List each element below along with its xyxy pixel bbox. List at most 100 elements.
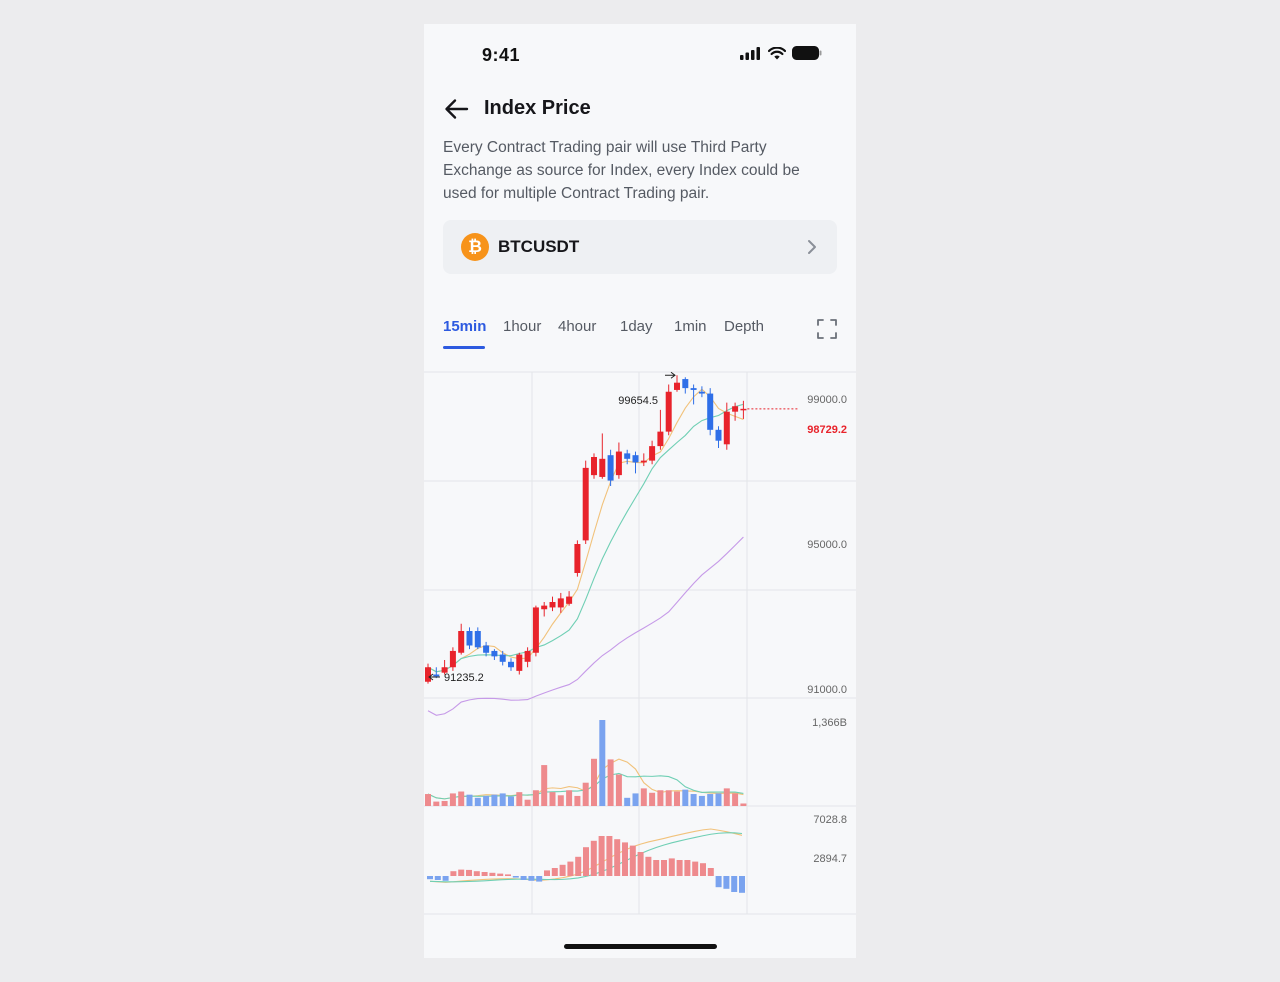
wifi-icon	[768, 46, 786, 59]
macd-bar	[637, 852, 644, 876]
high-marker-arrow	[665, 371, 676, 379]
candle-body	[433, 674, 440, 677]
back-arrow-icon[interactable]	[443, 96, 471, 122]
macd-bar	[622, 842, 628, 876]
candle-body	[674, 382, 680, 390]
volume-bar	[740, 803, 747, 806]
chevron-right-icon	[808, 240, 816, 254]
macd-bar	[692, 861, 699, 876]
macd-bar	[661, 860, 667, 876]
candle-body	[508, 661, 514, 668]
candle-body	[566, 596, 573, 604]
macd-bar	[614, 839, 621, 876]
tab-15min[interactable]: 15min	[443, 318, 486, 335]
macd-bar	[489, 872, 496, 876]
price-tick-label: 91000.0	[807, 684, 847, 696]
candle-body	[516, 654, 523, 671]
macd-bar	[676, 860, 683, 876]
nav-bar: Index Price	[424, 90, 856, 130]
interval-tabs: 15min 1hour 4hour 1day 1min Depth	[424, 308, 856, 349]
macd-bar	[528, 876, 535, 881]
chart-area[interactable]: 99000.0 95000.0 91000.0 98729.2 99654.5 …	[424, 348, 856, 931]
tab-depth[interactable]: Depth	[724, 318, 764, 335]
macd-bar	[739, 876, 745, 893]
candle-body	[574, 544, 581, 573]
status-time: 9:41	[482, 45, 521, 65]
low-price-label: 91235.2	[444, 672, 484, 684]
macd-bar	[473, 871, 480, 876]
high-price-label: 99654.5	[618, 395, 658, 407]
macd-bar	[715, 876, 722, 888]
macd-bar	[497, 873, 504, 876]
macd-bar	[544, 870, 550, 876]
macd-bar	[575, 856, 582, 876]
signal-icon	[740, 46, 760, 60]
price-tick-label: 95000.0	[807, 539, 847, 551]
volume-bar	[607, 759, 614, 806]
macd-bar	[653, 860, 660, 876]
macd-bar	[668, 858, 675, 876]
candle-body	[524, 650, 531, 662]
candle-body	[499, 654, 506, 662]
candle-body	[624, 453, 631, 459]
price-tick-label: 99000.0	[807, 394, 847, 406]
volume-bar	[649, 792, 656, 806]
volume-bar	[574, 795, 581, 806]
macd-bar	[629, 845, 636, 876]
candle-body	[532, 607, 539, 653]
ma-line-long	[427, 536, 744, 716]
tab-1min[interactable]: 1min	[674, 318, 707, 335]
tab-1day[interactable]: 1day	[620, 318, 653, 335]
fullscreen-icon[interactable]	[816, 318, 838, 340]
volume-bar	[674, 791, 680, 806]
tab-1hour[interactable]: 1hour	[503, 318, 541, 335]
description-text: Every Contract Trading pair will use Thi…	[443, 139, 800, 202]
macd-bar	[505, 874, 511, 876]
volume-bar	[474, 797, 481, 806]
volume-bar	[690, 794, 697, 806]
candle-body	[541, 605, 548, 610]
macd-bar	[731, 876, 738, 892]
volume-bar	[591, 758, 597, 806]
volume-bar	[698, 795, 705, 806]
candle-body	[690, 388, 697, 390]
macd-bar	[551, 868, 558, 876]
volume-bar	[466, 794, 473, 806]
candle-body	[449, 650, 456, 668]
macd-bar	[645, 856, 652, 876]
tab-4hour[interactable]: 4hour	[558, 318, 596, 335]
pair-selector[interactable]: ₿ BTCUSDT	[443, 220, 837, 274]
volume-bar	[557, 795, 564, 806]
candle-body	[665, 391, 672, 432]
volume-bar	[499, 793, 506, 806]
macd-label: 7028.8	[813, 814, 847, 826]
macd-bar	[598, 836, 605, 876]
volume-bar	[516, 792, 523, 806]
volume-bar	[566, 790, 573, 806]
volume-bar	[508, 796, 514, 806]
candle-body	[466, 631, 473, 646]
volume-bar	[640, 788, 647, 806]
last-price-label: 98729.2	[807, 424, 847, 436]
home-indicator	[564, 944, 717, 949]
volume-bar	[491, 794, 498, 806]
volume-bar	[549, 792, 556, 806]
macd-bar	[434, 876, 441, 880]
candlestick-chart[interactable]: 99000.0 95000.0 91000.0 98729.2 99654.5 …	[424, 348, 856, 931]
candle-body	[615, 451, 622, 476]
macd-bar	[567, 861, 574, 876]
candle-body	[607, 455, 614, 481]
candle-body	[657, 431, 664, 447]
phone-screen: 9:41 Index Price Every Contract Trading …	[424, 24, 856, 958]
volume-bar	[524, 799, 531, 806]
candle-body	[549, 602, 556, 608]
volume-bar	[441, 800, 448, 806]
volume-bar	[707, 794, 714, 806]
candle-body	[491, 650, 498, 657]
volume-bar	[624, 797, 631, 806]
macd-bar	[466, 869, 472, 876]
volume-bar	[483, 795, 490, 806]
macd-bar	[684, 860, 691, 876]
volume-bar	[449, 793, 456, 806]
candle-body	[715, 429, 722, 441]
